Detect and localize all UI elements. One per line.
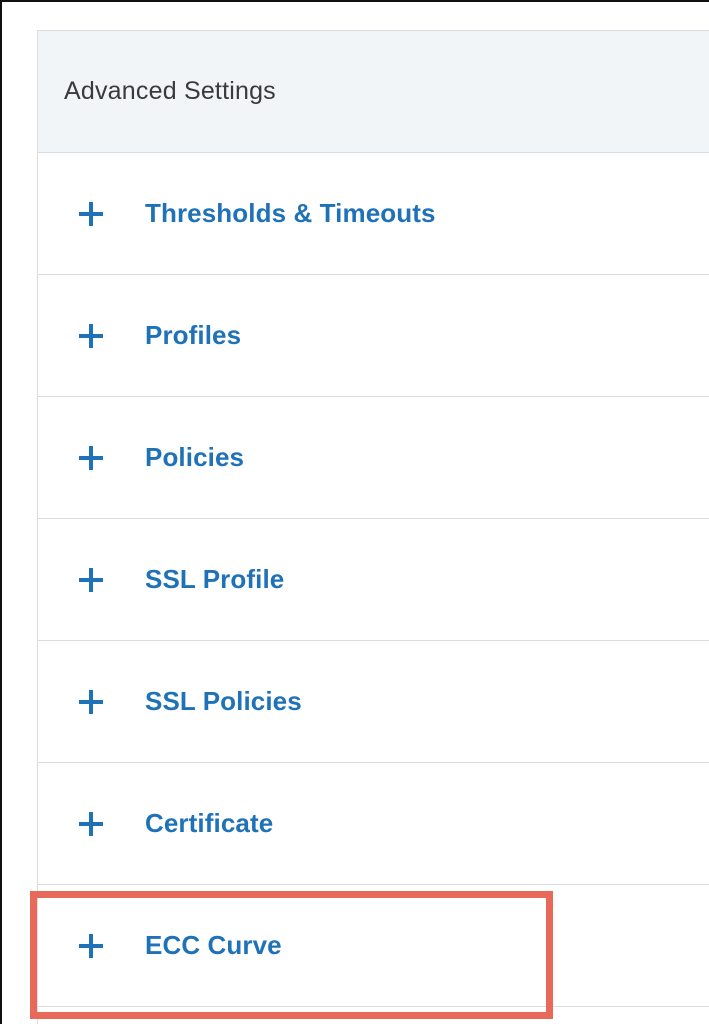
panel-header: Advanced Settings [38,31,709,153]
settings-item-label[interactable]: Policies [145,442,244,473]
settings-item-profiles[interactable]: Profiles [38,275,709,397]
plus-icon[interactable] [79,323,103,348]
plus-icon[interactable] [79,445,103,470]
settings-item-policies[interactable]: Policies [38,397,709,519]
settings-item-ecc-curve[interactable]: ECC Curve [38,885,709,1007]
settings-item-certificate[interactable]: Certificate [38,763,709,885]
settings-item-ssl-policies[interactable]: SSL Policies [38,641,709,763]
advanced-settings-panel: Advanced Settings Thresholds & Timeouts … [37,30,709,1024]
settings-item-label[interactable]: Certificate [145,808,273,839]
settings-item-label[interactable]: SSL Policies [145,686,302,717]
plus-icon[interactable] [79,201,103,226]
plus-icon[interactable] [79,933,103,958]
plus-icon[interactable] [79,567,103,592]
panel-title: Advanced Settings [64,77,276,105]
settings-item-label[interactable]: SSL Profile [145,564,284,595]
plus-icon[interactable] [79,811,103,836]
settings-list: Thresholds & Timeouts Profiles Policies … [38,153,709,1007]
settings-item-label[interactable]: ECC Curve [145,930,282,961]
settings-item-thresholds-timeouts[interactable]: Thresholds & Timeouts [38,153,709,275]
settings-item-label[interactable]: Profiles [145,320,241,351]
settings-item-ssl-profile[interactable]: SSL Profile [38,519,709,641]
plus-icon[interactable] [79,689,103,714]
settings-item-label[interactable]: Thresholds & Timeouts [145,198,436,229]
